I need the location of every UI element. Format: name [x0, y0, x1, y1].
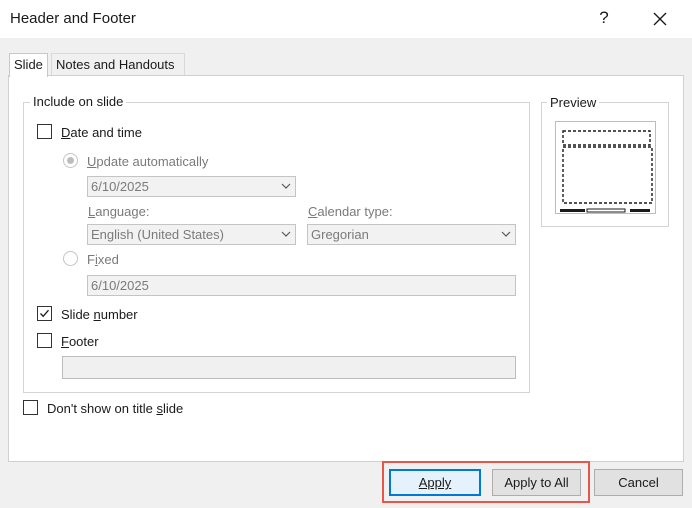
footer-checkbox[interactable]: [37, 333, 52, 348]
chevron-down-icon: [281, 183, 291, 189]
help-icon[interactable]: ?: [596, 8, 612, 28]
chevron-down-icon: [501, 231, 511, 237]
include-on-slide-group: [23, 102, 530, 393]
preview-label: Preview: [547, 95, 600, 110]
tab-notes-label: Notes and Handouts: [56, 57, 175, 72]
date-time-label: Date and time: [61, 125, 142, 140]
language-value: English (United States): [91, 227, 224, 242]
date-time-checkbox[interactable]: [37, 124, 52, 139]
chevron-down-icon: [281, 231, 291, 237]
title-bar: Header and Footer ?: [0, 0, 692, 38]
date-format-value: 6/10/2025: [91, 179, 149, 194]
slide-number-label: Slide number: [61, 307, 138, 322]
slide-layout-preview-icon: [560, 130, 653, 213]
calendar-type-label: Calendar type:: [308, 204, 393, 219]
calendar-type-value: Gregorian: [311, 227, 369, 242]
dialog-title: Header and Footer: [10, 10, 136, 27]
include-on-slide-label: Include on slide: [30, 94, 127, 109]
cancel-button-label: Cancel: [618, 475, 659, 490]
footer-label: Footer: [61, 334, 99, 349]
update-automatically-radio[interactable]: [63, 153, 78, 168]
footer-text-input[interactable]: [62, 356, 516, 379]
tab-slide-label: Slide: [14, 57, 43, 72]
tab-notes-and-handouts[interactable]: Notes and Handouts: [51, 53, 185, 76]
radio-selected-dot: [67, 157, 74, 164]
slide-number-checkbox[interactable]: [37, 306, 52, 321]
calendar-type-dropdown[interactable]: Gregorian: [307, 224, 516, 245]
slide-preview: [555, 121, 656, 214]
close-icon[interactable]: [651, 10, 669, 28]
update-automatically-label: Update automatically: [87, 154, 209, 169]
fixed-label: Fixed: [87, 252, 119, 267]
language-dropdown[interactable]: English (United States): [87, 224, 296, 245]
fixed-date-value: 6/10/2025: [91, 278, 149, 293]
tab-slide[interactable]: Slide: [9, 53, 48, 77]
highlight-annotation: [382, 461, 590, 503]
fixed-radio[interactable]: [63, 251, 78, 266]
date-format-dropdown[interactable]: 6/10/2025: [87, 176, 296, 197]
fixed-date-input[interactable]: 6/10/2025: [87, 275, 516, 296]
cancel-button[interactable]: Cancel: [594, 469, 683, 496]
dont-show-title-label: Don't show on title slide: [47, 401, 184, 416]
checkmark-icon: [40, 309, 49, 318]
language-label: Language:: [88, 204, 150, 219]
dont-show-title-checkbox[interactable]: [23, 400, 38, 415]
